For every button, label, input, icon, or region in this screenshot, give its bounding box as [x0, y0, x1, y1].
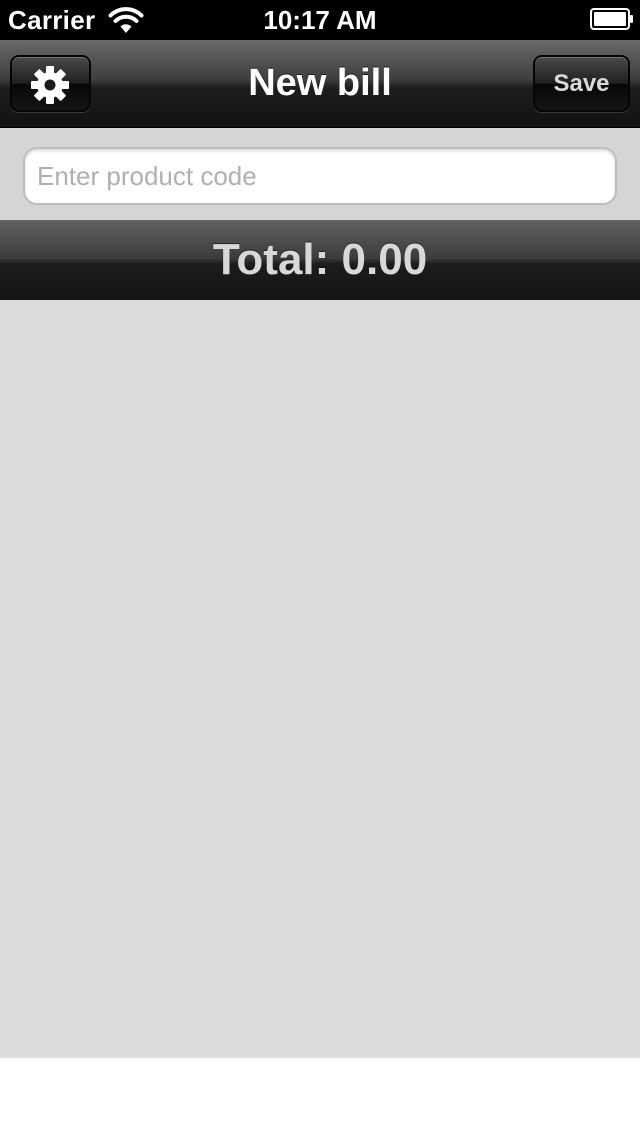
navigation-bar: Save	[0, 40, 640, 128]
product-code-bar	[0, 128, 640, 220]
status-time: 10:17 AM	[263, 5, 377, 35]
status-bar: Carrier 10:17 AM	[0, 0, 640, 40]
battery-icon	[590, 8, 633, 30]
bill-items-list[interactable]	[0, 300, 640, 1058]
gear-icon	[31, 66, 69, 104]
bottom-area	[0, 1058, 640, 1136]
settings-button[interactable]	[10, 55, 91, 112]
product-code-input[interactable]	[23, 147, 617, 205]
total-label: Total: 0.00	[0, 220, 640, 300]
save-button[interactable]: Save	[533, 55, 630, 112]
